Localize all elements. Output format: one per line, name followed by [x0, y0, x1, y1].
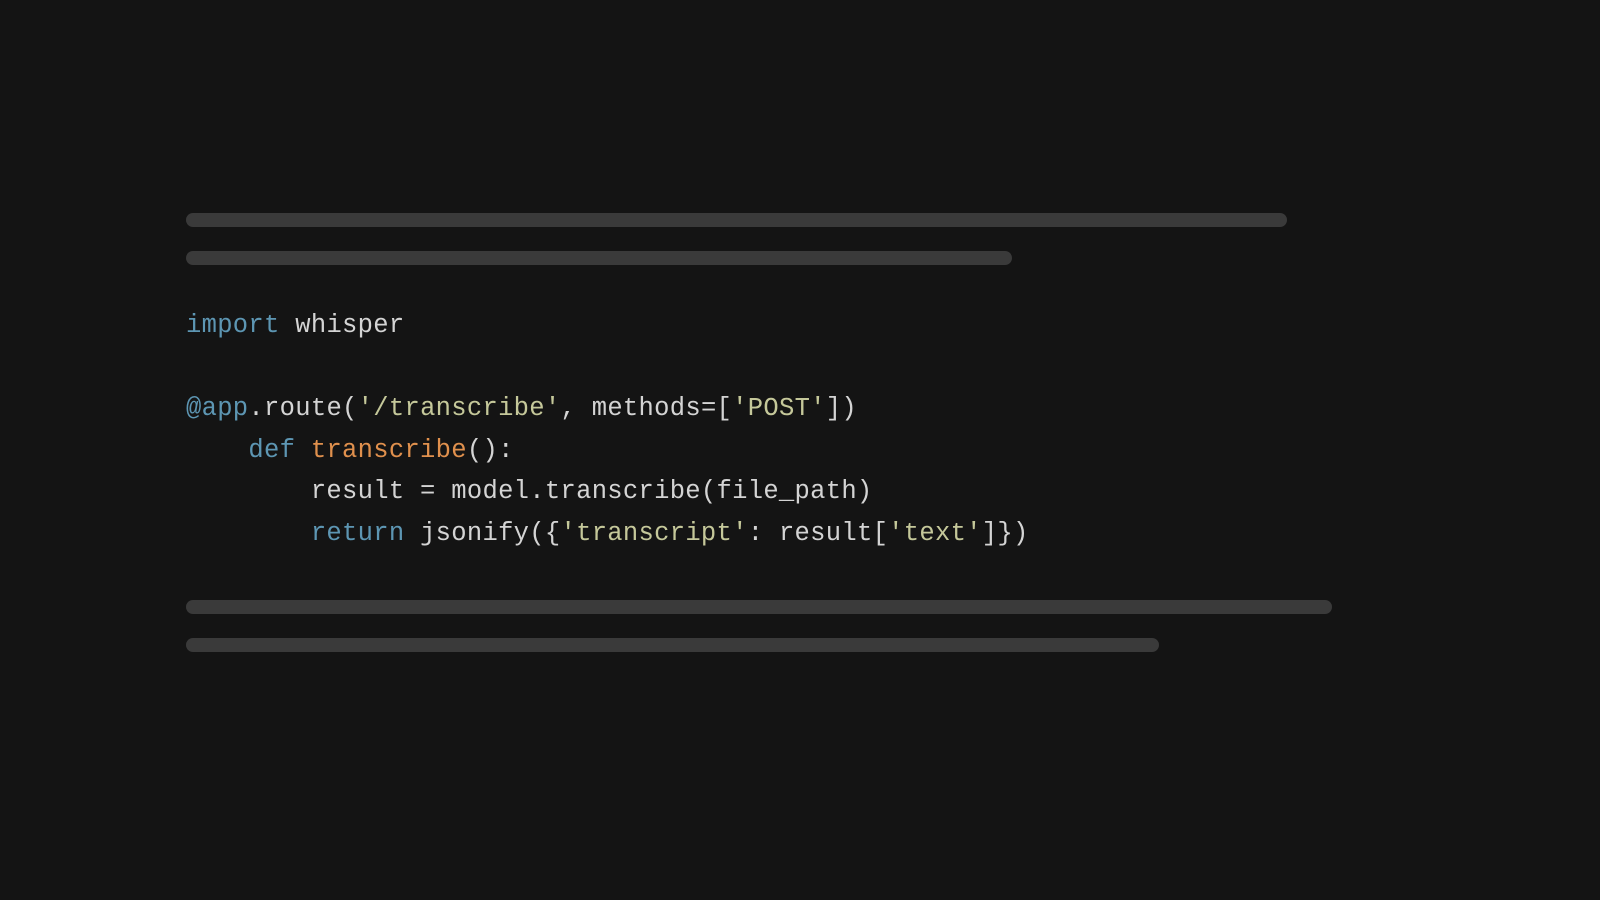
code-snippet-panel: import whisper @app.route('/transcribe',…: [186, 213, 1296, 676]
code-block: import whisper @app.route('/transcribe',…: [186, 305, 1296, 554]
code-line: def transcribe():: [186, 436, 514, 465]
skeleton-placeholder: [186, 213, 1287, 227]
string-route: '/transcribe': [358, 394, 561, 423]
string-text: 'text': [888, 519, 982, 548]
method-call: model.transcribe(file_path): [451, 477, 872, 506]
variable-result: result: [311, 477, 420, 506]
decorator: @app: [186, 394, 248, 423]
keyword-import: import: [186, 311, 280, 340]
skeleton-placeholder: [186, 251, 1012, 265]
code-line: @app.route('/transcribe', methods=['POST…: [186, 394, 857, 423]
string-post: 'POST': [732, 394, 826, 423]
skeleton-placeholder: [186, 638, 1159, 652]
string-transcript: 'transcript': [561, 519, 748, 548]
skeleton-placeholder: [186, 600, 1332, 614]
result-access: result[: [779, 519, 888, 548]
code-line: result = model.transcribe(file_path): [186, 477, 873, 506]
kwarg-methods: methods: [592, 394, 701, 423]
keyword-return: return: [311, 519, 405, 548]
route-method: route: [264, 394, 342, 423]
code-line: import whisper: [186, 311, 404, 340]
function-name: transcribe: [311, 436, 467, 465]
module-name: whisper: [295, 311, 404, 340]
code-line: return jsonify({'transcript': result['te…: [186, 519, 1029, 548]
function-jsonify: jsonify: [420, 519, 529, 548]
keyword-def: def: [248, 436, 295, 465]
